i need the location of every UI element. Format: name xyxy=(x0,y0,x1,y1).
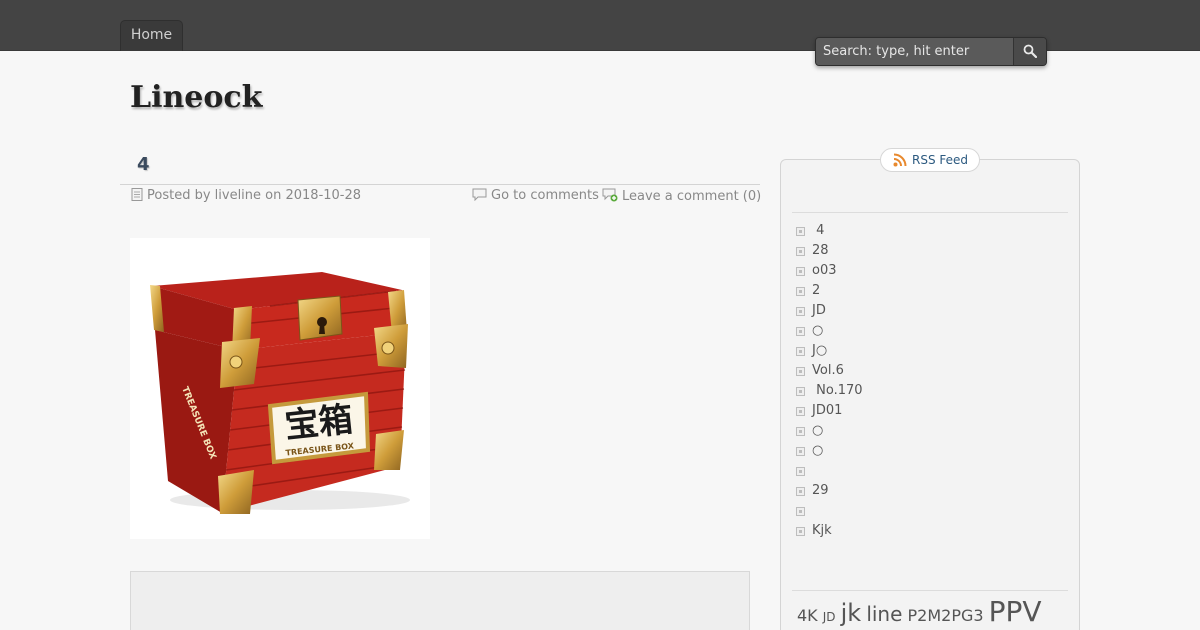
list-item[interactable]: JD xyxy=(796,301,863,321)
document-icon xyxy=(131,188,143,201)
list-item[interactable]: 29 xyxy=(796,481,863,501)
bullet-icon xyxy=(796,287,805,296)
post-meta-text: Posted by liveline on 2018-10-28 xyxy=(147,188,362,203)
bullet-icon xyxy=(796,427,805,436)
list-item[interactable]: ○ xyxy=(796,421,863,441)
recent-posts-list: 4 28 o03 2 JD ○ J○ Vol.6 No.170 JD01 ○ ○… xyxy=(796,221,863,541)
bullet-icon xyxy=(796,347,805,356)
nav-home-tab[interactable]: Home xyxy=(120,20,183,51)
post-image-treasure-box[interactable]: 宝箱 TREASURE BOX TREASURE BOX xyxy=(130,238,430,539)
list-item[interactable]: 28 xyxy=(796,241,863,261)
bullet-icon xyxy=(796,327,805,336)
list-item[interactable]: 4 xyxy=(796,221,863,241)
comment-icon xyxy=(472,188,487,202)
go-to-comments-label: Go to comments xyxy=(491,188,599,203)
post-title[interactable]: 4 xyxy=(137,154,150,175)
tag-link[interactable]: P2M2PG3 xyxy=(908,608,984,624)
list-item[interactable]: Vol.6 xyxy=(796,361,863,381)
bullet-icon xyxy=(796,467,805,476)
rss-icon xyxy=(893,153,907,167)
list-item[interactable]: JD01 xyxy=(796,401,863,421)
site-title[interactable]: Lineock xyxy=(130,80,262,115)
bullet-icon xyxy=(796,507,805,516)
bullet-icon xyxy=(796,447,805,456)
comment-form-area[interactable] xyxy=(130,571,750,630)
tag-cloud: 4K JD jk line P2M2PG3 PPV xyxy=(797,598,1042,626)
list-item[interactable]: Kjk xyxy=(796,521,863,541)
bullet-icon xyxy=(796,527,805,536)
list-item[interactable]: No.170 xyxy=(796,381,863,401)
sidebar-divider xyxy=(792,212,1068,213)
search-icon xyxy=(1023,44,1037,58)
bullet-icon xyxy=(796,487,805,496)
tag-link[interactable]: line xyxy=(866,604,902,624)
leave-comment-label: Leave a comment (0) xyxy=(622,189,762,204)
search-button[interactable] xyxy=(1014,38,1046,65)
list-item[interactable] xyxy=(796,461,863,481)
search-box xyxy=(815,37,1047,66)
tag-link[interactable]: JD xyxy=(823,611,836,623)
rss-feed-link[interactable]: RSS Feed xyxy=(880,148,980,172)
treasure-box-kanji: 宝箱 xyxy=(283,400,355,447)
bullet-icon xyxy=(796,407,805,416)
treasure-box-illustration: 宝箱 TREASURE BOX TREASURE BOX xyxy=(150,272,410,514)
post-meta: Posted by liveline on 2018-10-28 xyxy=(131,188,361,204)
bullet-icon xyxy=(796,247,805,256)
list-item[interactable]: J○ xyxy=(796,341,863,361)
list-item[interactable] xyxy=(796,501,863,521)
tag-link[interactable]: 4K xyxy=(797,608,818,624)
list-item[interactable]: ○ xyxy=(796,441,863,461)
list-item[interactable]: ○ xyxy=(796,321,863,341)
add-comment-icon xyxy=(602,188,618,202)
list-item[interactable]: 2 xyxy=(796,281,863,301)
tag-link[interactable]: jk xyxy=(841,601,862,625)
bullet-icon xyxy=(796,267,805,276)
tag-link[interactable]: PPV xyxy=(989,598,1042,626)
post-title-divider xyxy=(120,184,760,185)
sidebar-divider-2 xyxy=(792,590,1068,591)
rss-feed-label: RSS Feed xyxy=(912,153,969,167)
go-to-comments-link[interactable]: Go to comments xyxy=(472,188,599,204)
bullet-icon xyxy=(796,227,805,236)
bullet-icon xyxy=(796,367,805,376)
bullet-icon xyxy=(796,387,805,396)
search-input[interactable] xyxy=(816,38,1014,65)
list-item[interactable]: o03 xyxy=(796,261,863,281)
bullet-icon xyxy=(796,307,805,316)
leave-comment-link[interactable]: Leave a comment (0) xyxy=(602,188,761,205)
